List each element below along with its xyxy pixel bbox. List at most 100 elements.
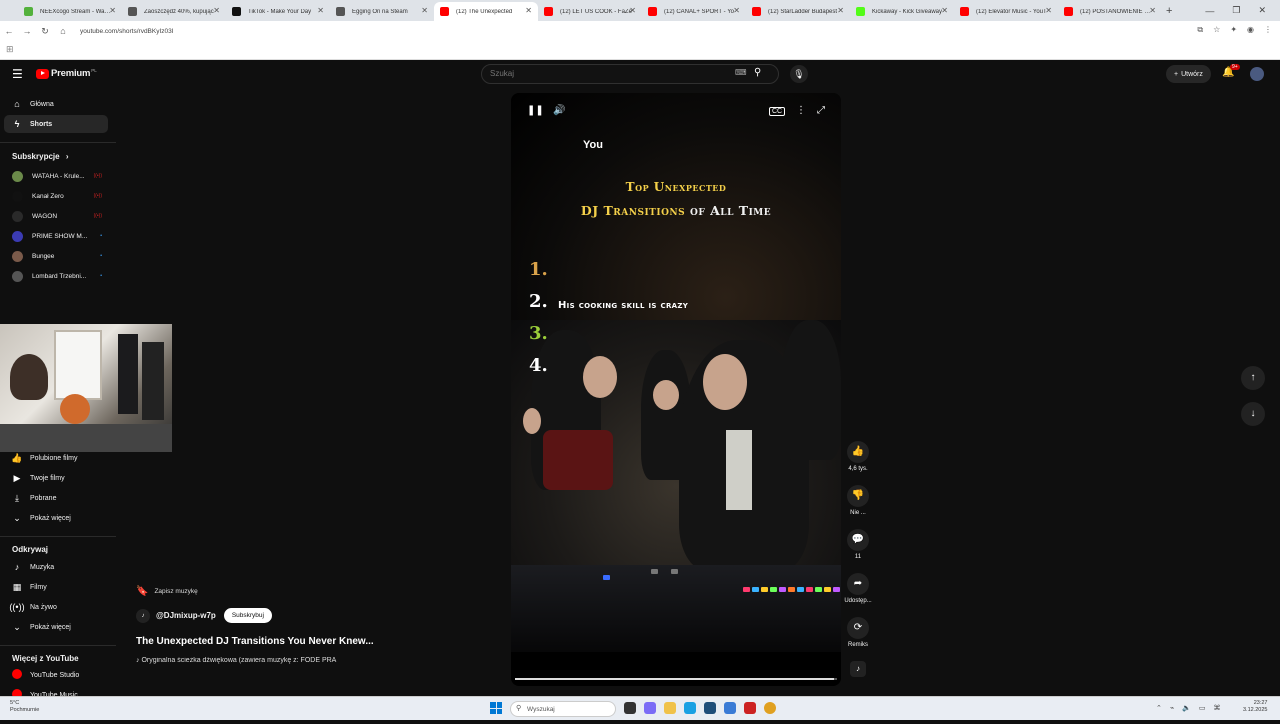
app-icon[interactable] — [724, 702, 736, 714]
file-explorer-icon[interactable] — [664, 702, 676, 714]
sound-thumbnail[interactable]: ♪ — [843, 661, 873, 677]
short-music-credit[interactable]: ♪ Oryginalna ścieżka dźwiękowa (zawiera … — [136, 657, 362, 664]
subscription-item[interactable]: Lombard Trzebni... • — [4, 267, 108, 285]
close-tab-icon[interactable]: ✕ — [837, 6, 844, 15]
battery-icon[interactable]: ▭ — [1199, 704, 1206, 712]
forward-icon[interactable]: → — [18, 26, 36, 36]
subscribe-button[interactable]: Subskrybuj — [223, 608, 272, 623]
copilot-icon[interactable] — [644, 702, 656, 714]
browser-tab[interactable]: Kickaway - Kick Giveaway ✕ — [850, 2, 954, 21]
close-tab-icon[interactable]: ✕ — [941, 6, 948, 15]
sidebar-item[interactable]: YouTube Studio — [4, 666, 108, 684]
close-window-icon[interactable]: ✕ — [1258, 5, 1266, 16]
extensions-icon[interactable]: ✦ — [1230, 25, 1237, 35]
youtube-premium-logo[interactable]: Premium PL — [36, 68, 97, 79]
previous-short-button[interactable]: ↑ — [1241, 366, 1265, 390]
remix-button[interactable]: ⟳ Remiks — [843, 617, 873, 648]
new-tab-button[interactable]: + — [1166, 5, 1172, 17]
account-avatar[interactable] — [1250, 67, 1264, 81]
browser-tab[interactable]: (12) POSTANOWIENIE NO ✕ — [1058, 2, 1162, 21]
browser-tab[interactable]: TikTok - Make Your Day ✕ — [226, 2, 330, 21]
search-input[interactable] — [490, 69, 720, 78]
minimize-icon[interactable]: — — [1205, 6, 1214, 16]
microphone-icon[interactable]: 🎙 — [790, 65, 808, 83]
dislike-button[interactable]: 👎 Nie ... — [843, 485, 873, 516]
back-icon[interactable]: ← — [0, 26, 18, 36]
sidebar-item[interactable]: ⌄ Pokaż więcej — [4, 509, 108, 527]
volume-icon[interactable]: 🔊 — [553, 105, 565, 116]
speaker-icon[interactable]: 🔈 — [1182, 704, 1191, 712]
browser-tab[interactable]: NEEXcogo Stream - Watch ✕ — [18, 2, 122, 21]
close-tab-icon[interactable]: ✕ — [733, 6, 740, 15]
bookmark-star-icon[interactable]: ☆ — [1213, 25, 1220, 35]
search-icon[interactable]: ⚲ — [754, 67, 761, 78]
tray-overflow-icon[interactable]: ⌃ — [1156, 704, 1162, 712]
close-tab-icon[interactable]: ✕ — [525, 6, 532, 15]
taskbar-clock[interactable]: 23:27 3.12.2025 — [1243, 700, 1267, 714]
language-icon[interactable]: ⌘ — [1213, 704, 1220, 712]
close-tab-icon[interactable]: ✕ — [1045, 6, 1052, 15]
video-progress-bar[interactable] — [515, 678, 837, 680]
captions-icon[interactable]: CC — [769, 107, 786, 116]
reload-icon[interactable]: ↻ — [36, 26, 54, 37]
share-button[interactable]: ➦ Udostęp... — [843, 573, 873, 604]
sidebar-item[interactable]: ♪ Muzyka — [4, 558, 108, 576]
sidebar-item[interactable]: ⤓ Pobrane — [4, 489, 108, 507]
browser-tab[interactable]: Egging On na Steam ✕ — [330, 2, 434, 21]
subscription-item[interactable]: WATAHA - Krule... ((•)) — [4, 167, 108, 185]
maximize-icon[interactable]: ❐ — [1232, 5, 1240, 16]
comments-button[interactable]: 💬 11 — [843, 529, 873, 560]
browser-tab[interactable]: (12) CANAL+ SPORT - Yo ✕ — [642, 2, 746, 21]
fullscreen-icon[interactable]: ⤢ — [817, 105, 825, 116]
windows-start-icon[interactable] — [490, 702, 502, 714]
browser-tab[interactable]: Zaoszczędź 40%, kupując ✕ — [122, 2, 226, 21]
subscription-item[interactable]: PRIME SHOW M... • — [4, 227, 108, 245]
short-title[interactable]: The Unexpected DJ Transitions You Never … — [136, 636, 374, 647]
browser-tab[interactable]: (12) Elevator Music - YouT ✕ — [954, 2, 1058, 21]
subscription-item[interactable]: WAGON ((•)) — [4, 207, 108, 225]
chrome-icon[interactable] — [764, 702, 776, 714]
pause-icon[interactable]: ❚❚ — [527, 105, 544, 116]
task-view-icon[interactable] — [624, 702, 636, 714]
more-options-icon[interactable]: ⋮ — [796, 105, 806, 116]
channel-name[interactable]: @DJmixup-w7p — [156, 611, 216, 620]
home-icon[interactable]: ⌂ — [54, 26, 72, 36]
sidebar-item[interactable]: 👍 Polubione filmy — [4, 449, 108, 467]
browser-tab[interactable]: (12) The Unexpected ✕ — [434, 2, 538, 21]
sidebar-item[interactable]: ▦ Filmy — [4, 578, 108, 596]
sidebar-item[interactable]: ▶ Twoje filmy — [4, 469, 108, 487]
sidebar-item[interactable]: ⌄ Pokaż więcej — [4, 618, 108, 636]
weather-widget[interactable]: 5°C Pochmurnie — [10, 700, 39, 714]
browser-tab[interactable]: (12) StarLadder Budapest ✕ — [746, 2, 850, 21]
subscriptions-heading[interactable]: Subskrypcje › — [12, 152, 68, 161]
keyboard-icon[interactable]: ⌨ — [735, 68, 747, 77]
close-tab-icon[interactable]: ✕ — [421, 6, 428, 15]
close-tab-icon[interactable]: ✕ — [317, 6, 324, 15]
store-icon[interactable] — [704, 702, 716, 714]
subscription-item[interactable]: Kanał Zero ((•)) — [4, 187, 108, 205]
taskbar-search[interactable]: ⚲ Wyszukaj — [510, 701, 616, 717]
close-tab-icon[interactable]: ✕ — [1149, 6, 1156, 15]
sidebar-item[interactable]: ((•)) Na żywo — [4, 598, 108, 616]
subscription-item[interactable]: Bungee • — [4, 247, 108, 265]
save-music-button[interactable]: 🔖 Zapisz muzykę — [136, 582, 198, 600]
network-icon[interactable]: ⌁ — [1170, 704, 1174, 712]
hamburger-menu-icon[interactable]: ☰ — [12, 67, 23, 81]
app-icon[interactable] — [744, 702, 756, 714]
close-tab-icon[interactable]: ✕ — [629, 6, 636, 15]
create-button[interactable]: + Utwórz — [1166, 65, 1211, 83]
close-tab-icon[interactable]: ✕ — [213, 6, 220, 15]
like-button[interactable]: 👍 4,6 tys. — [843, 441, 873, 472]
browser-tab[interactable]: (12) LET US COOK - FaZe ✕ — [538, 2, 642, 21]
channel-avatar[interactable]: ♪ — [136, 608, 150, 623]
browser-menu-icon[interactable]: ⋮ — [1264, 25, 1272, 35]
install-app-icon[interactable]: ⧉ — [1197, 25, 1203, 35]
close-tab-icon[interactable]: ✕ — [109, 6, 116, 15]
shorts-player[interactable]: ❚❚ 🔊 CC ⋮ ⤢ You Top Unexpected DJ Transi… — [511, 93, 841, 686]
next-short-button[interactable]: ↓ — [1241, 402, 1265, 426]
sidebar-item-shorts[interactable]: ϟ Shorts — [4, 115, 108, 133]
edge-icon[interactable] — [684, 702, 696, 714]
profile-icon[interactable]: ◉ — [1247, 25, 1254, 35]
sidebar-item-home[interactable]: ⌂ Główna — [4, 95, 108, 113]
url-field[interactable]: youtube.com/shorts/rvdBKyIz03I — [80, 28, 174, 35]
